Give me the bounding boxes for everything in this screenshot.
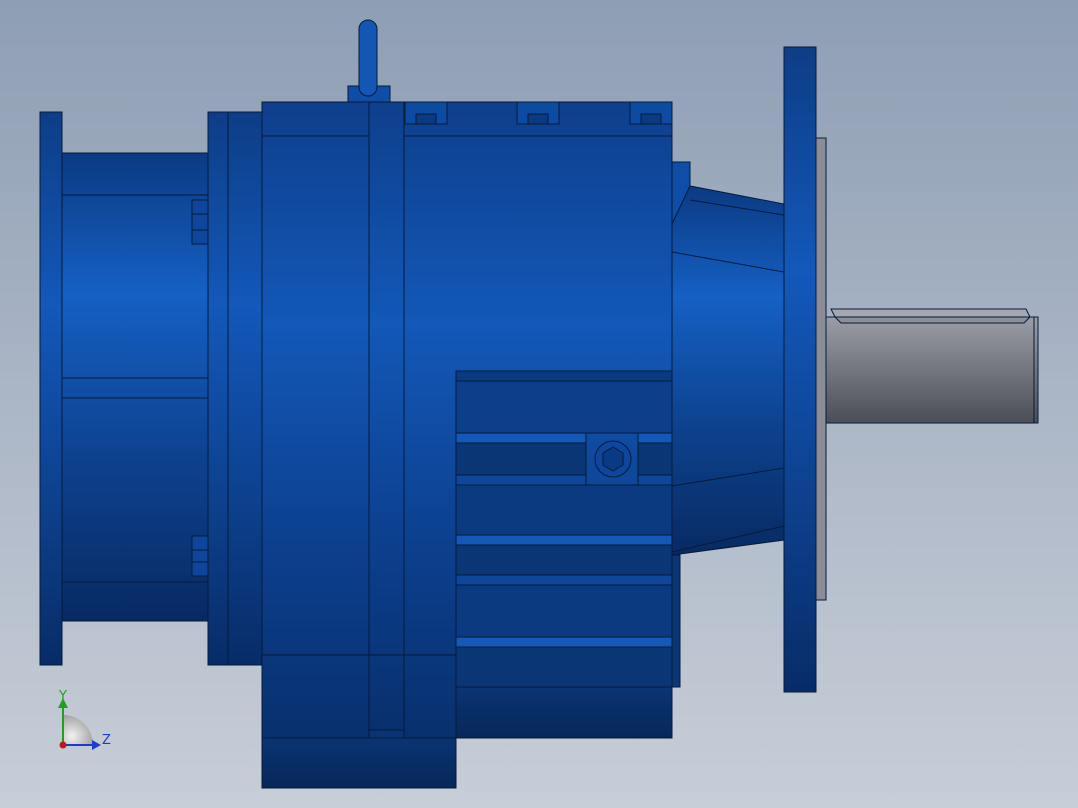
hex-bolt-icon	[191, 535, 209, 577]
y-axis-label: Y	[58, 689, 67, 704]
cooling-fins[interactable]	[455, 370, 673, 739]
housing-bolt-icon	[629, 101, 673, 125]
housing-bolt-icon	[404, 101, 448, 125]
model-view[interactable]: Y Z	[0, 0, 1078, 808]
gearbox-housing[interactable]	[261, 101, 673, 789]
z-axis-label: Z	[102, 733, 111, 748]
motor-adapter-flange[interactable]	[39, 111, 263, 666]
housing-bolt-icon	[516, 101, 560, 125]
output-flange[interactable]	[783, 46, 827, 693]
output-shaft[interactable]	[825, 308, 1039, 424]
drain-plug-icon	[594, 440, 632, 478]
origin-point-icon	[59, 741, 67, 749]
hex-bolt-icon	[191, 199, 209, 245]
cad-graphics-viewport[interactable]: Y Z	[0, 0, 1078, 808]
shaft-key	[830, 308, 1031, 318]
